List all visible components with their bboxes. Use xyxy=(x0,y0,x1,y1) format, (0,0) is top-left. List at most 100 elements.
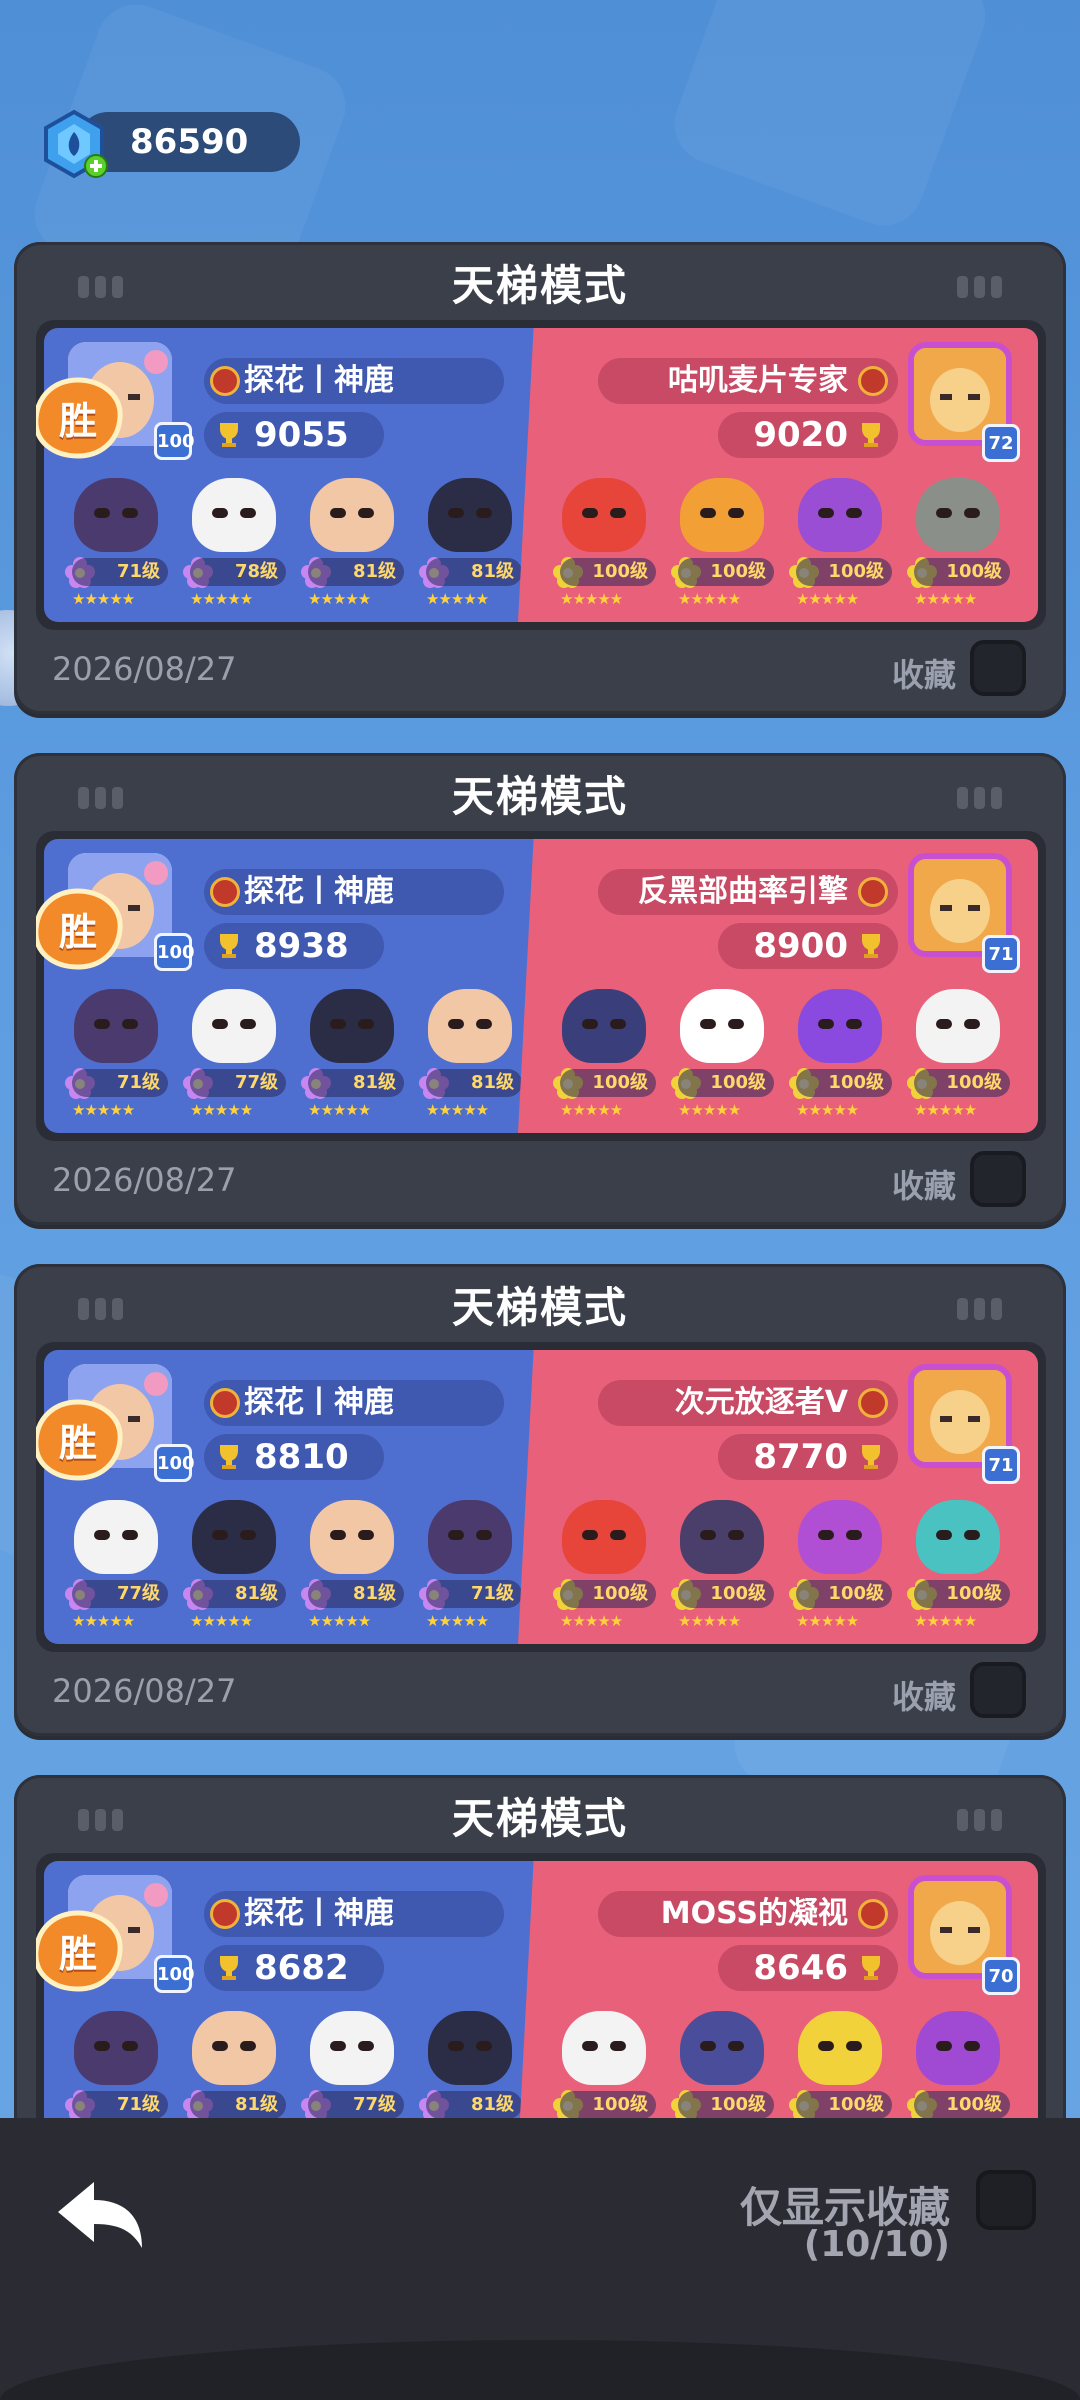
player-trophies-value: 8810 xyxy=(254,1437,349,1477)
rank-icon xyxy=(210,877,240,907)
hero-level: 71级 xyxy=(72,1069,168,1097)
opponent-side: 71 反黑部曲率引擎 8900 100级 ★★★★★ 100级 ★★★★★ 10… xyxy=(518,839,1038,1133)
hero-stars: ★★★★★ xyxy=(560,1101,623,1119)
player-heroes: 77级 ★★★★★ 81级 ★★★★★ 81级 ★★★★★ 71级 ★★★★★ xyxy=(64,1500,522,1640)
hero-slot[interactable]: 71级 ★★★★★ xyxy=(418,1500,522,1640)
favorite-checkbox[interactable] xyxy=(970,640,1026,696)
favorite-label: 收藏 xyxy=(891,1678,956,1716)
hero-slot[interactable]: 77级 ★★★★★ xyxy=(64,1500,168,1640)
match-card[interactable]: 天梯模式 100 探花丨神鹿 xyxy=(14,753,1066,1225)
hero-stars: ★★★★★ xyxy=(796,1612,859,1630)
hero-slot[interactable]: 100级 ★★★★★ xyxy=(906,1500,1010,1640)
hero-portrait xyxy=(680,478,764,552)
rank-icon xyxy=(858,1899,888,1929)
hero-slot[interactable]: 100级 ★★★★★ xyxy=(788,1500,892,1640)
hero-slot[interactable]: 71级 ★★★★★ xyxy=(64,478,168,618)
mode-title: 天梯模式 xyxy=(451,261,628,310)
player-name: 探花丨神鹿 xyxy=(204,869,504,915)
hero-slot[interactable]: 100级 ★★★★★ xyxy=(906,478,1010,618)
hero-portrait xyxy=(310,478,394,552)
hero-slot[interactable]: 100级 ★★★★★ xyxy=(670,478,774,618)
favorite-checkbox[interactable] xyxy=(970,1151,1026,1207)
match-card[interactable]: 天梯模式 100 探花丨神鹿 xyxy=(14,242,1066,714)
decor-dots xyxy=(957,276,1002,298)
hero-stars: ★★★★★ xyxy=(796,1101,859,1119)
hero-slot[interactable]: 77级 ★★★★★ xyxy=(182,989,286,1129)
card-footer: 2026/08/27 收藏 xyxy=(52,640,1026,700)
currency-display[interactable]: 86590 xyxy=(38,108,300,179)
hero-portrait xyxy=(562,989,646,1063)
hero-level: 77级 xyxy=(190,1069,286,1097)
favorites-count: (10/10) xyxy=(803,2224,950,2265)
opponent-level-badge: 71 xyxy=(982,1446,1020,1484)
trophy-icon xyxy=(862,1445,880,1469)
opponent-trophies: 8646 xyxy=(718,1945,898,1991)
hero-portrait xyxy=(192,478,276,552)
hero-slot[interactable]: 100级 ★★★★★ xyxy=(670,989,774,1129)
hero-portrait xyxy=(562,1500,646,1574)
win-badge: 胜 xyxy=(36,887,126,971)
rank-icon xyxy=(210,1388,240,1418)
hero-slot[interactable]: 81级 ★★★★★ xyxy=(418,989,522,1129)
hero-portrait xyxy=(680,2011,764,2085)
opponent-heroes: 100级 ★★★★★ 100级 ★★★★★ xyxy=(552,478,1010,618)
match-date: 2026/08/27 xyxy=(52,650,237,688)
hero-portrait xyxy=(680,1500,764,1574)
hero-level: 77级 xyxy=(72,1580,168,1608)
match-card[interactable]: 天梯模式 100 探花丨神鹿 xyxy=(14,1264,1066,1736)
opponent-side: 71 次元放逐者V 8770 100级 ★★★★★ 100级 ★★★★★ 100… xyxy=(518,1350,1038,1644)
hero-slot[interactable]: 100级 ★★★★★ xyxy=(788,989,892,1129)
hero-slot[interactable]: 100级 ★★★★★ xyxy=(552,989,656,1129)
hero-slot[interactable]: 81级 ★★★★★ xyxy=(300,989,404,1129)
hero-portrait xyxy=(428,478,512,552)
hero-stars: ★★★★★ xyxy=(914,590,977,608)
hero-stars: ★★★★★ xyxy=(190,1612,253,1630)
win-badge-text: 胜 xyxy=(58,1421,97,1465)
hero-slot[interactable]: 78级 ★★★★★ xyxy=(182,478,286,618)
hero-slot[interactable]: 81级 ★★★★★ xyxy=(418,478,522,618)
opponent-level-badge: 70 xyxy=(982,1957,1020,1995)
hero-portrait xyxy=(192,2011,276,2085)
hero-level: 100级 xyxy=(560,558,656,586)
match-panel: 100 探花丨神鹿 8682 71级 81级 77级 81级 70 MOSS的凝… xyxy=(36,1853,1046,2163)
trophy-icon xyxy=(862,934,880,958)
hero-slot[interactable]: 100级 ★★★★★ xyxy=(788,478,892,618)
hero-level: 71级 xyxy=(72,558,168,586)
hero-level: 81级 xyxy=(190,2091,286,2119)
hero-stars: ★★★★★ xyxy=(914,1612,977,1630)
favorite-checkbox[interactable] xyxy=(970,1662,1026,1718)
hero-slot[interactable]: 100级 ★★★★★ xyxy=(906,989,1010,1129)
hero-slot[interactable]: 100级 ★★★★★ xyxy=(552,1500,656,1640)
hero-level: 100级 xyxy=(914,2091,1010,2119)
trophy-icon xyxy=(862,1956,880,1980)
hero-slot[interactable]: 81级 ★★★★★ xyxy=(300,1500,404,1640)
hero-slot[interactable]: 100级 ★★★★★ xyxy=(552,478,656,618)
hero-portrait xyxy=(916,989,1000,1063)
back-arrow-icon[interactable] xyxy=(54,2176,146,2256)
opponent-level-badge: 72 xyxy=(982,424,1020,462)
hero-stars: ★★★★★ xyxy=(308,1101,371,1119)
hero-portrait xyxy=(74,1500,158,1574)
hero-level: 71级 xyxy=(72,2091,168,2119)
hero-slot[interactable]: 71级 ★★★★★ xyxy=(64,989,168,1129)
hero-stars: ★★★★★ xyxy=(190,1101,253,1119)
hero-slot[interactable]: 81级 ★★★★★ xyxy=(300,478,404,618)
hero-stars: ★★★★★ xyxy=(560,590,623,608)
win-badge: 胜 xyxy=(36,1398,126,1482)
hero-slot[interactable]: 81级 ★★★★★ xyxy=(182,1500,286,1640)
player-heroes: 71级 ★★★★★ 77级 ★★★★★ 81级 ★★★★★ 81级 ★★★★★ xyxy=(64,989,522,1129)
hero-level: 100级 xyxy=(796,2091,892,2119)
match-panel: 100 探花丨神鹿 8810 77级 ★★★★★ 81级 ★★★★★ 81级 ★… xyxy=(36,1342,1046,1652)
opponent-name: 次元放逐者V xyxy=(598,1380,898,1426)
show-favorites-checkbox[interactable] xyxy=(976,2170,1036,2230)
hero-portrait xyxy=(798,478,882,552)
hero-level: 100级 xyxy=(678,2091,774,2119)
hero-slot[interactable]: 100级 ★★★★★ xyxy=(670,1500,774,1640)
hero-level: 100级 xyxy=(796,1069,892,1097)
mode-title: 天梯模式 xyxy=(451,1283,628,1332)
card-footer: 2026/08/27 收藏 xyxy=(52,1151,1026,1211)
currency-value: 86590 xyxy=(130,122,249,162)
hero-stars: ★★★★★ xyxy=(308,590,371,608)
player-level-badge: 100 xyxy=(154,933,195,971)
hero-stars: ★★★★★ xyxy=(914,1101,977,1119)
